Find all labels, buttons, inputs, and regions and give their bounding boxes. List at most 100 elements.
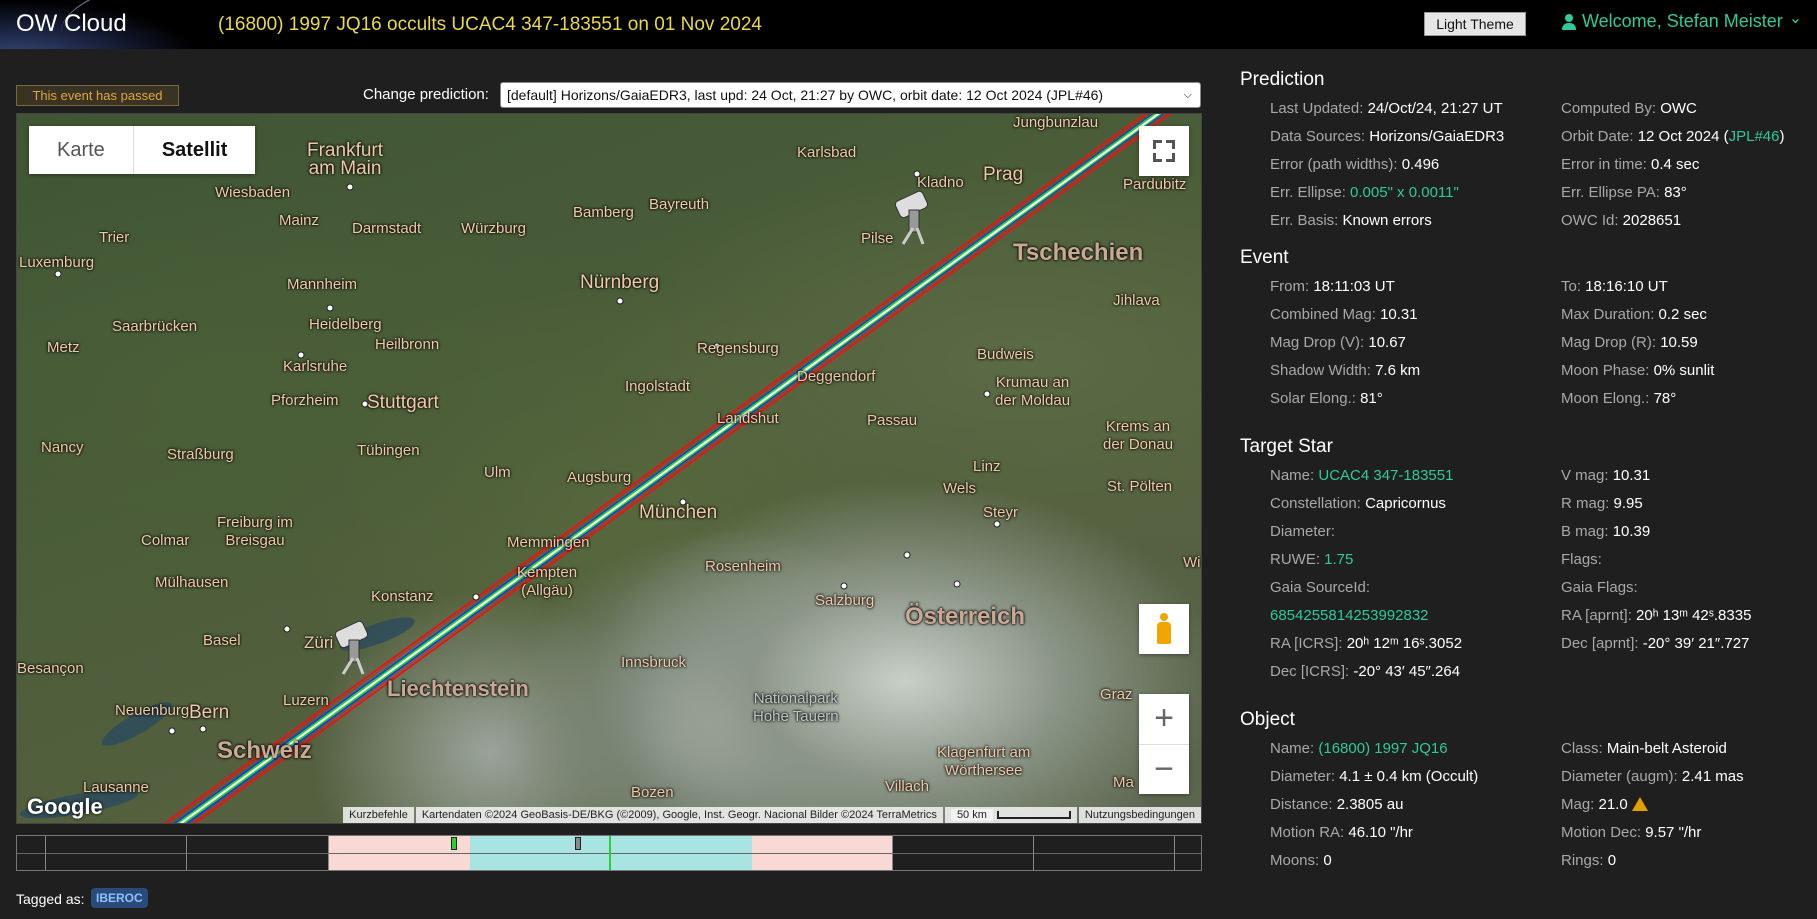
- city-label: Pardubitz: [1123, 176, 1187, 193]
- event-timeline[interactable]: [16, 835, 1202, 871]
- target-star-field: Constellation: Capricornus: [1270, 495, 1446, 512]
- prediction-field: Orbit Date: 12 Oct 2024 (JPL#46): [1561, 128, 1784, 145]
- city-label: Villach: [885, 778, 929, 795]
- map-attribution: Kartendaten ©2024 GeoBasis-DE/BKG (©2009…: [415, 807, 943, 823]
- city-label: Luzern: [283, 692, 329, 709]
- city-label: Bozen: [631, 784, 674, 801]
- country-label: Schweiz: [217, 737, 312, 764]
- field-label: Error in time:: [1561, 156, 1652, 173]
- fullscreen-icon[interactable]: [1139, 126, 1189, 176]
- field-link[interactable]: 1.75: [1324, 551, 1353, 568]
- field-label: R mag:: [1561, 495, 1614, 512]
- target-star-field: R mag: 9.95: [1561, 495, 1643, 512]
- brand-logo[interactable]: OW Cloud: [0, 0, 325, 78]
- city-label: Züri: [304, 633, 334, 652]
- field-value: -20° 39′ 21″.727: [1642, 635, 1750, 652]
- field-label: Computed By:: [1561, 100, 1661, 117]
- city-label: Deggendorf: [797, 368, 876, 385]
- timeline-tick: [45, 836, 46, 870]
- field-link[interactable]: (16800) 1997 JQ16: [1318, 740, 1447, 757]
- field-value: 21.0: [1598, 796, 1628, 813]
- country-label: Liechtenstein: [387, 676, 529, 701]
- target-star-field: RUWE: 1.75: [1270, 551, 1353, 568]
- prediction-field: Error (path widths): 0.496: [1270, 156, 1439, 173]
- prediction-field: Last Updated: 24/Oct/24, 21:27 UT: [1270, 100, 1503, 117]
- prediction-section-title: Prediction: [1240, 69, 1325, 90]
- target-star-section-title: Target Star: [1240, 436, 1333, 457]
- field-value: 81°: [1360, 390, 1383, 407]
- city-label: Ingolstadt: [625, 378, 691, 395]
- field-value: 18:11:03 UT: [1313, 278, 1395, 295]
- timeline-tick: [1174, 836, 1175, 870]
- field-value-tail: ): [1779, 128, 1785, 145]
- city-label: Heidelberg: [309, 316, 382, 333]
- event-field: Shadow Width: 7.6 km: [1270, 362, 1420, 379]
- city-label: Budweis: [977, 346, 1034, 363]
- target-star-field: Gaia Flags:: [1561, 579, 1638, 596]
- field-value: 2028651: [1622, 212, 1682, 229]
- field-link[interactable]: JPL#46: [1729, 128, 1780, 145]
- top-bar: OW Cloud (16800) 1997 JQ16 occults UCAC4…: [0, 0, 1817, 78]
- map-type-satellit[interactable]: Satellit: [132, 126, 256, 174]
- tag-pill[interactable]: IBEROC: [91, 888, 148, 908]
- zoom-out-button[interactable]: −: [1139, 744, 1189, 794]
- google-logo: Google: [27, 794, 103, 819]
- target-star-field: Dec [aprnt]: -20° 39′ 21″.727: [1561, 635, 1749, 652]
- city-label: Nancy: [41, 439, 84, 456]
- terms-link[interactable]: Nutzungsbedingungen: [1078, 807, 1201, 823]
- target-star-field: Diameter:: [1270, 523, 1335, 540]
- light-theme-button[interactable]: Light Theme: [1424, 12, 1526, 36]
- prediction-select[interactable]: [default] Horizons/GaiaEDR3, last upd: 2…: [500, 82, 1201, 108]
- city-label: Mülhausen: [155, 574, 229, 591]
- user-menu[interactable]: Welcome, Stefan Meister ⌄: [1562, 10, 1802, 32]
- prediction-field: Err. Basis: Known errors: [1270, 212, 1432, 229]
- city-label: Karlsruhe: [283, 358, 348, 375]
- map-scale[interactable]: 50 km: [944, 807, 1077, 823]
- event-title: (16800) 1997 JQ16 occults UCAC4 347-1835…: [218, 14, 762, 35]
- warning-icon[interactable]: [1631, 797, 1648, 811]
- city-label: Landshut: [717, 410, 779, 427]
- city-label: Krems an der Donau: [1103, 418, 1174, 453]
- zoom-in-button[interactable]: +: [1139, 694, 1189, 744]
- field-label: RA [aprnt]:: [1561, 607, 1637, 624]
- field-label: Name:: [1270, 467, 1319, 484]
- field-link[interactable]: 6854255814253992832: [1270, 607, 1429, 624]
- prediction-field: Err. Ellipse: 0.005" x 0.0011": [1270, 184, 1459, 201]
- field-value: 83°: [1664, 184, 1687, 201]
- field-label: Shadow Width:: [1270, 362, 1376, 379]
- city-label: Passau: [867, 412, 918, 429]
- field-label: To:: [1561, 278, 1586, 295]
- map-view[interactable]: Frankfurt am Main Wiesbaden Mainz Darmst…: [16, 113, 1202, 824]
- field-label: Last Updated:: [1270, 100, 1368, 117]
- city-label: Bern: [189, 702, 230, 723]
- field-link[interactable]: UCAC4 347-183551: [1318, 467, 1453, 484]
- change-prediction-label: Change prediction:: [363, 86, 489, 103]
- map-type-karte[interactable]: Karte: [29, 126, 133, 174]
- timeline-marker-gray[interactable]: [575, 837, 581, 850]
- event-field: Solar Elong.: 81°: [1270, 390, 1383, 407]
- timeline-tick: [186, 836, 187, 870]
- field-label: RUWE:: [1270, 551, 1325, 568]
- city-label: Kladno: [917, 174, 964, 191]
- keyboard-shortcuts-link[interactable]: Kurzbefehle: [343, 807, 414, 823]
- field-link[interactable]: 0.005" x 0.0011": [1350, 184, 1459, 201]
- object-section-title: Object: [1240, 709, 1295, 730]
- field-label: Mag Drop (V):: [1270, 334, 1369, 351]
- field-label: Err. Ellipse:: [1270, 184, 1351, 201]
- prediction-select-value: [default] Horizons/GaiaEDR3, last upd: 2…: [507, 87, 1104, 103]
- timeline-marker-green[interactable]: [451, 837, 457, 850]
- city-label: Ma: [1113, 774, 1134, 791]
- object-field: Class: Main-belt Asteroid: [1561, 740, 1727, 757]
- country-label: Österreich: [905, 603, 1026, 630]
- street-view-pegman-icon[interactable]: [1139, 604, 1189, 654]
- field-label: Motion Dec:: [1561, 824, 1646, 841]
- city-label: Jihlava: [1113, 292, 1160, 309]
- field-value: 0.4 sec: [1651, 156, 1700, 173]
- object-field: Moons: 0: [1270, 852, 1332, 869]
- city-label: Colmar: [141, 532, 190, 549]
- field-label: Max Duration:: [1561, 306, 1659, 323]
- welcome-text: Welcome, Stefan Meister: [1582, 11, 1783, 31]
- map-type-toggle: Karte Satellit: [29, 126, 256, 174]
- target-star-field: RA [ICRS]: 20ʰ 12ᵐ 16ˢ.3052: [1270, 635, 1462, 652]
- field-value: 20ʰ 12ᵐ 16ˢ.3052: [1346, 635, 1463, 652]
